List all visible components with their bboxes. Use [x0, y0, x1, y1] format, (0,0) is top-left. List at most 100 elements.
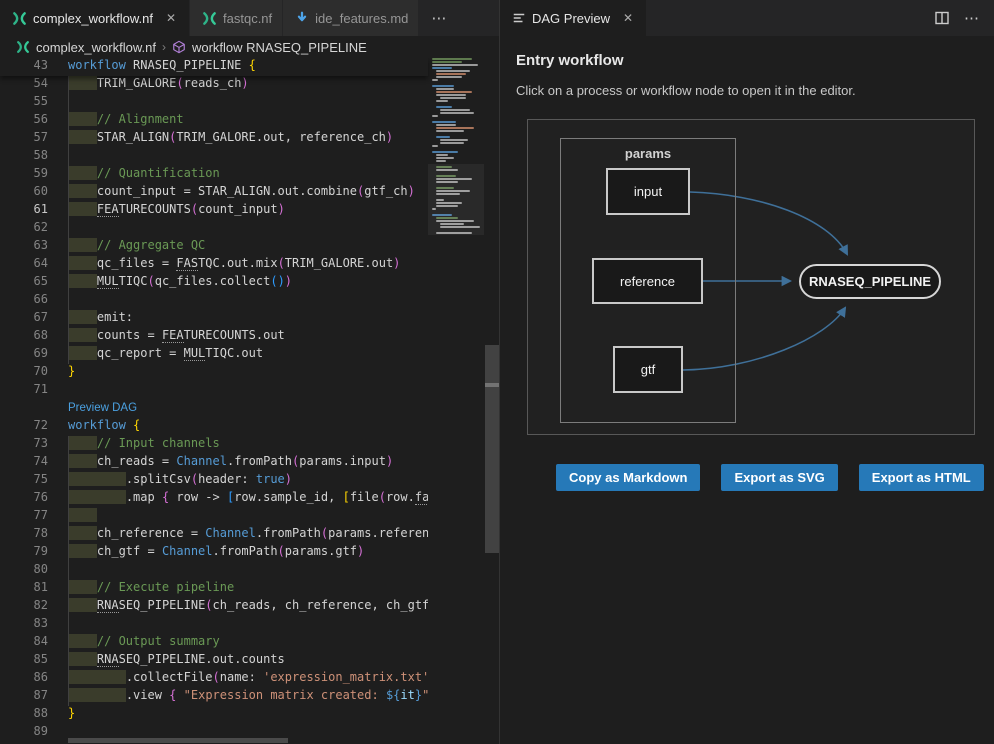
split-editor-icon[interactable] — [934, 10, 950, 26]
code-line[interactable]: 54 TRIM_GALORE(reads_ch) — [0, 76, 428, 94]
code-line[interactable]: 70} — [0, 364, 428, 382]
dag-node-gtf[interactable]: gtf — [613, 346, 683, 393]
code-text: emit: — [68, 310, 428, 328]
code-line[interactable]: 55 — [0, 94, 428, 112]
minimap-line — [436, 88, 454, 90]
minimap-line — [436, 73, 466, 75]
code-text: // Alignment — [68, 112, 428, 130]
code-line[interactable]: 81 // Execute pipeline — [0, 580, 428, 598]
panel-tab-bar: DAG Preview ✕ ⋯ — [500, 0, 994, 36]
code-line[interactable]: 79 ch_gtf = Channel.fromPath(params.gtf) — [0, 544, 428, 562]
line-number: 63 — [0, 238, 68, 256]
nextflow-icon — [12, 11, 27, 26]
vertical-scrollbar-thumb[interactable] — [485, 345, 499, 553]
breadcrumb-file[interactable]: complex_workflow.nf — [36, 40, 156, 55]
code-line[interactable]: 82 RNASEQ_PIPELINE(ch_reads, ch_referenc… — [0, 598, 428, 616]
code-line[interactable]: 58 — [0, 148, 428, 166]
code-line[interactable]: 67 emit: — [0, 310, 428, 328]
line-number: 86 — [0, 670, 68, 688]
codelens-preview-dag[interactable]: Preview DAG — [0, 400, 428, 418]
export-as-svg-button[interactable]: Export as SVG — [721, 464, 837, 491]
overview-ruler-mark — [485, 383, 499, 387]
vertical-scrollbar[interactable] — [485, 58, 499, 744]
minimap-line — [436, 106, 452, 108]
code-line[interactable]: 78 ch_reference = Channel.fromPath(param… — [0, 526, 428, 544]
code-line[interactable]: 64 qc_files = FASTQC.out.mix(TRIM_GALORE… — [0, 256, 428, 274]
code-line[interactable]: 80 — [0, 562, 428, 580]
tab-ide-features[interactable]: ide_features.md — [283, 0, 419, 36]
code-line[interactable]: 61 FEATURECOUNTS(count_input) — [0, 202, 428, 220]
code-line[interactable]: 77 — [0, 508, 428, 526]
minimap-line — [440, 97, 466, 99]
export-buttons: Copy as Markdown Export as SVG Export as… — [556, 464, 984, 491]
close-icon[interactable]: ✕ — [620, 10, 636, 26]
code-editor[interactable]: 54 TRIM_GALORE(reads_ch)5556 // Alignmen… — [0, 58, 500, 744]
more-actions-icon[interactable]: ⋯ — [964, 9, 980, 27]
tab-fastqc[interactable]: fastqc.nf — [190, 0, 283, 36]
more-tabs-icon[interactable]: ⋯ — [419, 0, 459, 36]
line-number: 60 — [0, 184, 68, 202]
minimap-line — [436, 136, 450, 138]
line-number: 79 — [0, 544, 68, 562]
code-line[interactable]: 60 count_input = STAR_ALIGN.out.combine(… — [0, 184, 428, 202]
code-line[interactable]: 84 // Output summary — [0, 634, 428, 652]
preview-lines-icon — [512, 11, 526, 25]
tab-complex-workflow[interactable]: complex_workflow.nf ✕ — [0, 0, 190, 36]
code-line[interactable]: 71 — [0, 382, 428, 400]
code-line[interactable]: 75 .splitCsv(header: true) — [0, 472, 428, 490]
line-number: 55 — [0, 94, 68, 112]
breadcrumb-symbol[interactable]: workflow RNASEQ_PIPELINE — [192, 40, 367, 55]
code-text: // Execute pipeline — [68, 580, 428, 598]
dag-node-rnaseq-pipeline[interactable]: RNASEQ_PIPELINE — [799, 264, 941, 299]
editor-group-divider[interactable] — [499, 0, 500, 744]
indent-guide — [68, 76, 69, 364]
sticky-scroll-line[interactable]: 43 workflow RNASEQ_PIPELINE { — [0, 58, 428, 76]
code-line[interactable]: 56 // Alignment — [0, 112, 428, 130]
copy-as-markdown-button[interactable]: Copy as Markdown — [556, 464, 700, 491]
code-line[interactable]: 73 // Input channels — [0, 436, 428, 454]
code-line[interactable]: 74 ch_reads = Channel.fromPath(params.in… — [0, 454, 428, 472]
code-text: // Input channels — [68, 436, 428, 454]
code-line[interactable]: 72workflow { — [0, 418, 428, 436]
line-number: 89 — [0, 724, 68, 742]
code-line[interactable]: 68 counts = FEATURECOUNTS.out — [0, 328, 428, 346]
tab-dag-preview[interactable]: DAG Preview ✕ — [500, 0, 647, 36]
code-line[interactable]: 63 // Aggregate QC — [0, 238, 428, 256]
code-line[interactable]: 65 MULTIQC(qc_files.collect()) — [0, 274, 428, 292]
nextflow-icon — [16, 40, 30, 54]
tab-label: DAG Preview — [532, 11, 610, 26]
minimap-line — [436, 157, 454, 159]
code-text: .view { "Expression matrix created: ${it… — [68, 688, 428, 706]
code-text: TRIM_GALORE(reads_ch) — [68, 76, 428, 94]
code-line[interactable]: 69 qc_report = MULTIQC.out — [0, 346, 428, 364]
code-line[interactable]: 59 // Quantification — [0, 166, 428, 184]
code-line[interactable]: 62 — [0, 220, 428, 238]
line-number: 64 — [0, 256, 68, 274]
nextflow-icon — [202, 11, 217, 26]
code-line[interactable]: 85 RNASEQ_PIPELINE.out.counts — [0, 652, 428, 670]
breadcrumb-separator: › — [162, 40, 166, 54]
minimap-viewport[interactable] — [428, 164, 484, 235]
line-number: 78 — [0, 526, 68, 544]
minimap[interactable] — [428, 58, 484, 698]
page-title: Entry workflow — [516, 52, 994, 69]
dag-node-input[interactable]: input — [606, 168, 690, 215]
code-line[interactable]: 87 .view { "Expression matrix created: $… — [0, 688, 428, 706]
code-text: // Quantification — [68, 166, 428, 184]
export-as-html-button[interactable]: Export as HTML — [859, 464, 984, 491]
editor-group-left: complex_workflow.nf ✕ fastqc.nf ide_feat… — [0, 0, 500, 744]
code-text: workflow RNASEQ_PIPELINE { — [68, 58, 428, 76]
code-line[interactable]: 66 — [0, 292, 428, 310]
code-line[interactable]: 57 STAR_ALIGN(TRIM_GALORE.out, reference… — [0, 130, 428, 148]
code-line[interactable]: 83 — [0, 616, 428, 634]
code-line[interactable]: 88} — [0, 706, 428, 724]
code-text: // Aggregate QC — [68, 238, 428, 256]
code-line[interactable]: 76 .map { row -> [row.sample_id, [file(r… — [0, 490, 428, 508]
code-text: .collectFile(name: 'expression_matrix.tx… — [68, 670, 428, 688]
close-icon[interactable]: ✕ — [163, 10, 179, 26]
minimap-line — [436, 94, 466, 96]
horizontal-scrollbar-thumb[interactable] — [68, 738, 288, 743]
dag-node-reference[interactable]: reference — [592, 258, 703, 304]
code-line[interactable]: 86 .collectFile(name: 'expression_matrix… — [0, 670, 428, 688]
panel-actions: ⋯ — [934, 0, 994, 36]
